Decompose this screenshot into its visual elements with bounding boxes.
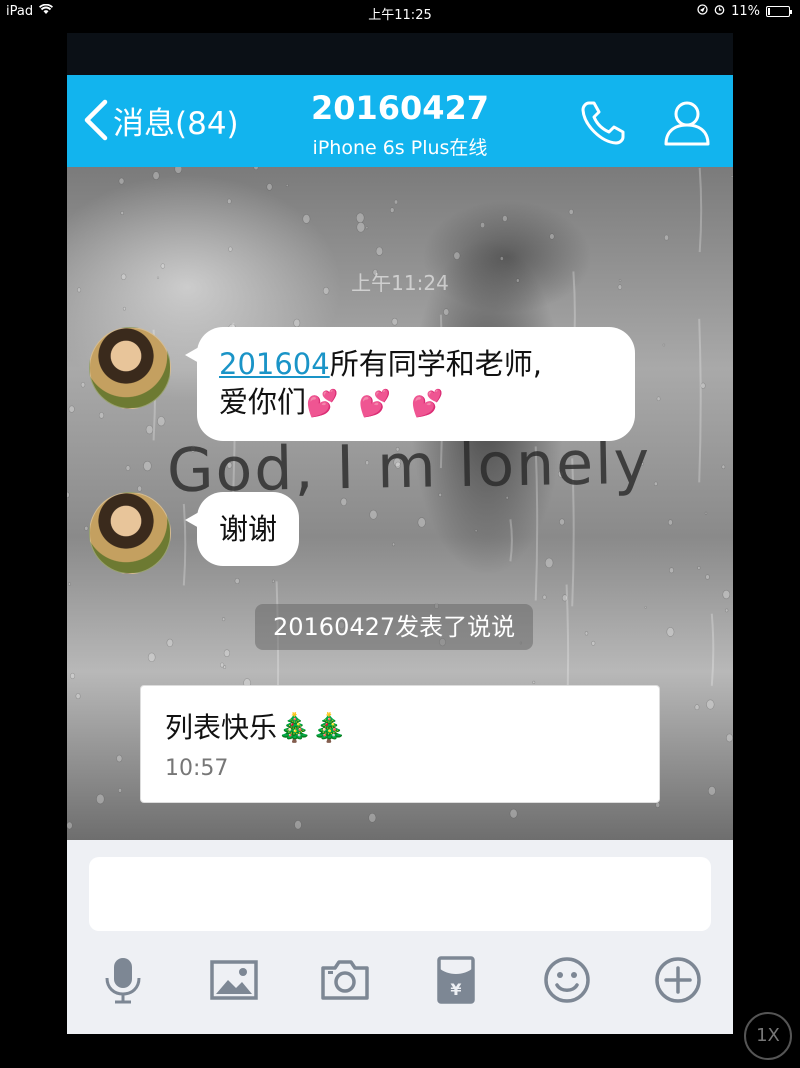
hearts-emoji: 💕 💕 💕 <box>306 389 450 419</box>
user-icon <box>664 101 710 146</box>
post-card[interactable]: 列表快乐🎄🎄 10:57 <box>140 685 660 803</box>
voice-button[interactable] <box>95 952 151 1008</box>
toolbar: ¥ <box>67 952 733 1016</box>
status-time: 上午11:25 <box>368 8 432 23</box>
zoom-button[interactable]: 1X <box>744 1012 792 1060</box>
app-top-strip <box>67 33 733 75</box>
camera-button[interactable] <box>317 952 373 1008</box>
plus-icon <box>655 957 701 1003</box>
message-bubble[interactable]: 201604所有同学和老师, 爱你们💕 💕 💕 <box>185 327 635 441</box>
chat-app-window: 消息(84) 20160427 iPhone 6s Plus在线 God, I … <box>67 33 733 1034</box>
message-text-line1: 所有同学和老师, <box>329 347 542 381</box>
online-status: iPhone 6s Plus在线 <box>312 137 488 159</box>
message-text: 谢谢 <box>219 512 278 546</box>
red-packet-button[interactable]: ¥ <box>428 952 484 1008</box>
system-notice: 20160427发表了说说 <box>255 604 534 650</box>
more-button[interactable] <box>650 952 706 1008</box>
profile-button[interactable] <box>661 97 713 149</box>
post-text-row: 列表快乐🎄🎄 <box>165 706 347 746</box>
post-text: 列表快乐 <box>165 711 278 744</box>
nav-bar: 消息(84) 20160427 iPhone 6s Plus在线 <box>67 75 733 167</box>
input-panel: ¥ <box>67 840 733 1034</box>
avatar[interactable] <box>89 327 171 409</box>
message-timestamp: 上午11:24 <box>351 271 449 295</box>
message-link[interactable]: 201604 <box>219 347 330 381</box>
emoji-button[interactable] <box>539 952 595 1008</box>
message-input[interactable] <box>89 857 711 931</box>
alarm-icon <box>714 4 725 19</box>
battery-icon <box>766 6 792 17</box>
image-icon <box>210 960 258 1000</box>
chat-title: 20160427 <box>310 89 490 127</box>
image-button[interactable] <box>206 952 262 1008</box>
tree-emoji: 🎄🎄 <box>277 711 347 744</box>
red-packet-icon: ¥ <box>437 956 475 1004</box>
phone-call-button[interactable] <box>577 97 629 149</box>
post-time: 10:57 <box>165 756 229 781</box>
message-bubble[interactable]: 谢谢 <box>184 492 300 566</box>
svg-text:¥: ¥ <box>450 980 461 999</box>
phone-icon <box>581 101 625 145</box>
location-icon <box>697 4 708 19</box>
microphone-icon <box>105 958 141 1004</box>
emoji-icon <box>544 957 590 1003</box>
avatar[interactable] <box>89 492 171 574</box>
chat-area[interactable]: God, I m lonely 上午11:24 201604所有同学和老师, 爱… <box>67 167 733 840</box>
status-bar: iPad 上午11:25 11% <box>0 0 800 24</box>
battery-percent: 11% <box>731 4 760 19</box>
camera-icon <box>321 960 369 1000</box>
message-text-line2: 爱你们 <box>219 385 307 419</box>
